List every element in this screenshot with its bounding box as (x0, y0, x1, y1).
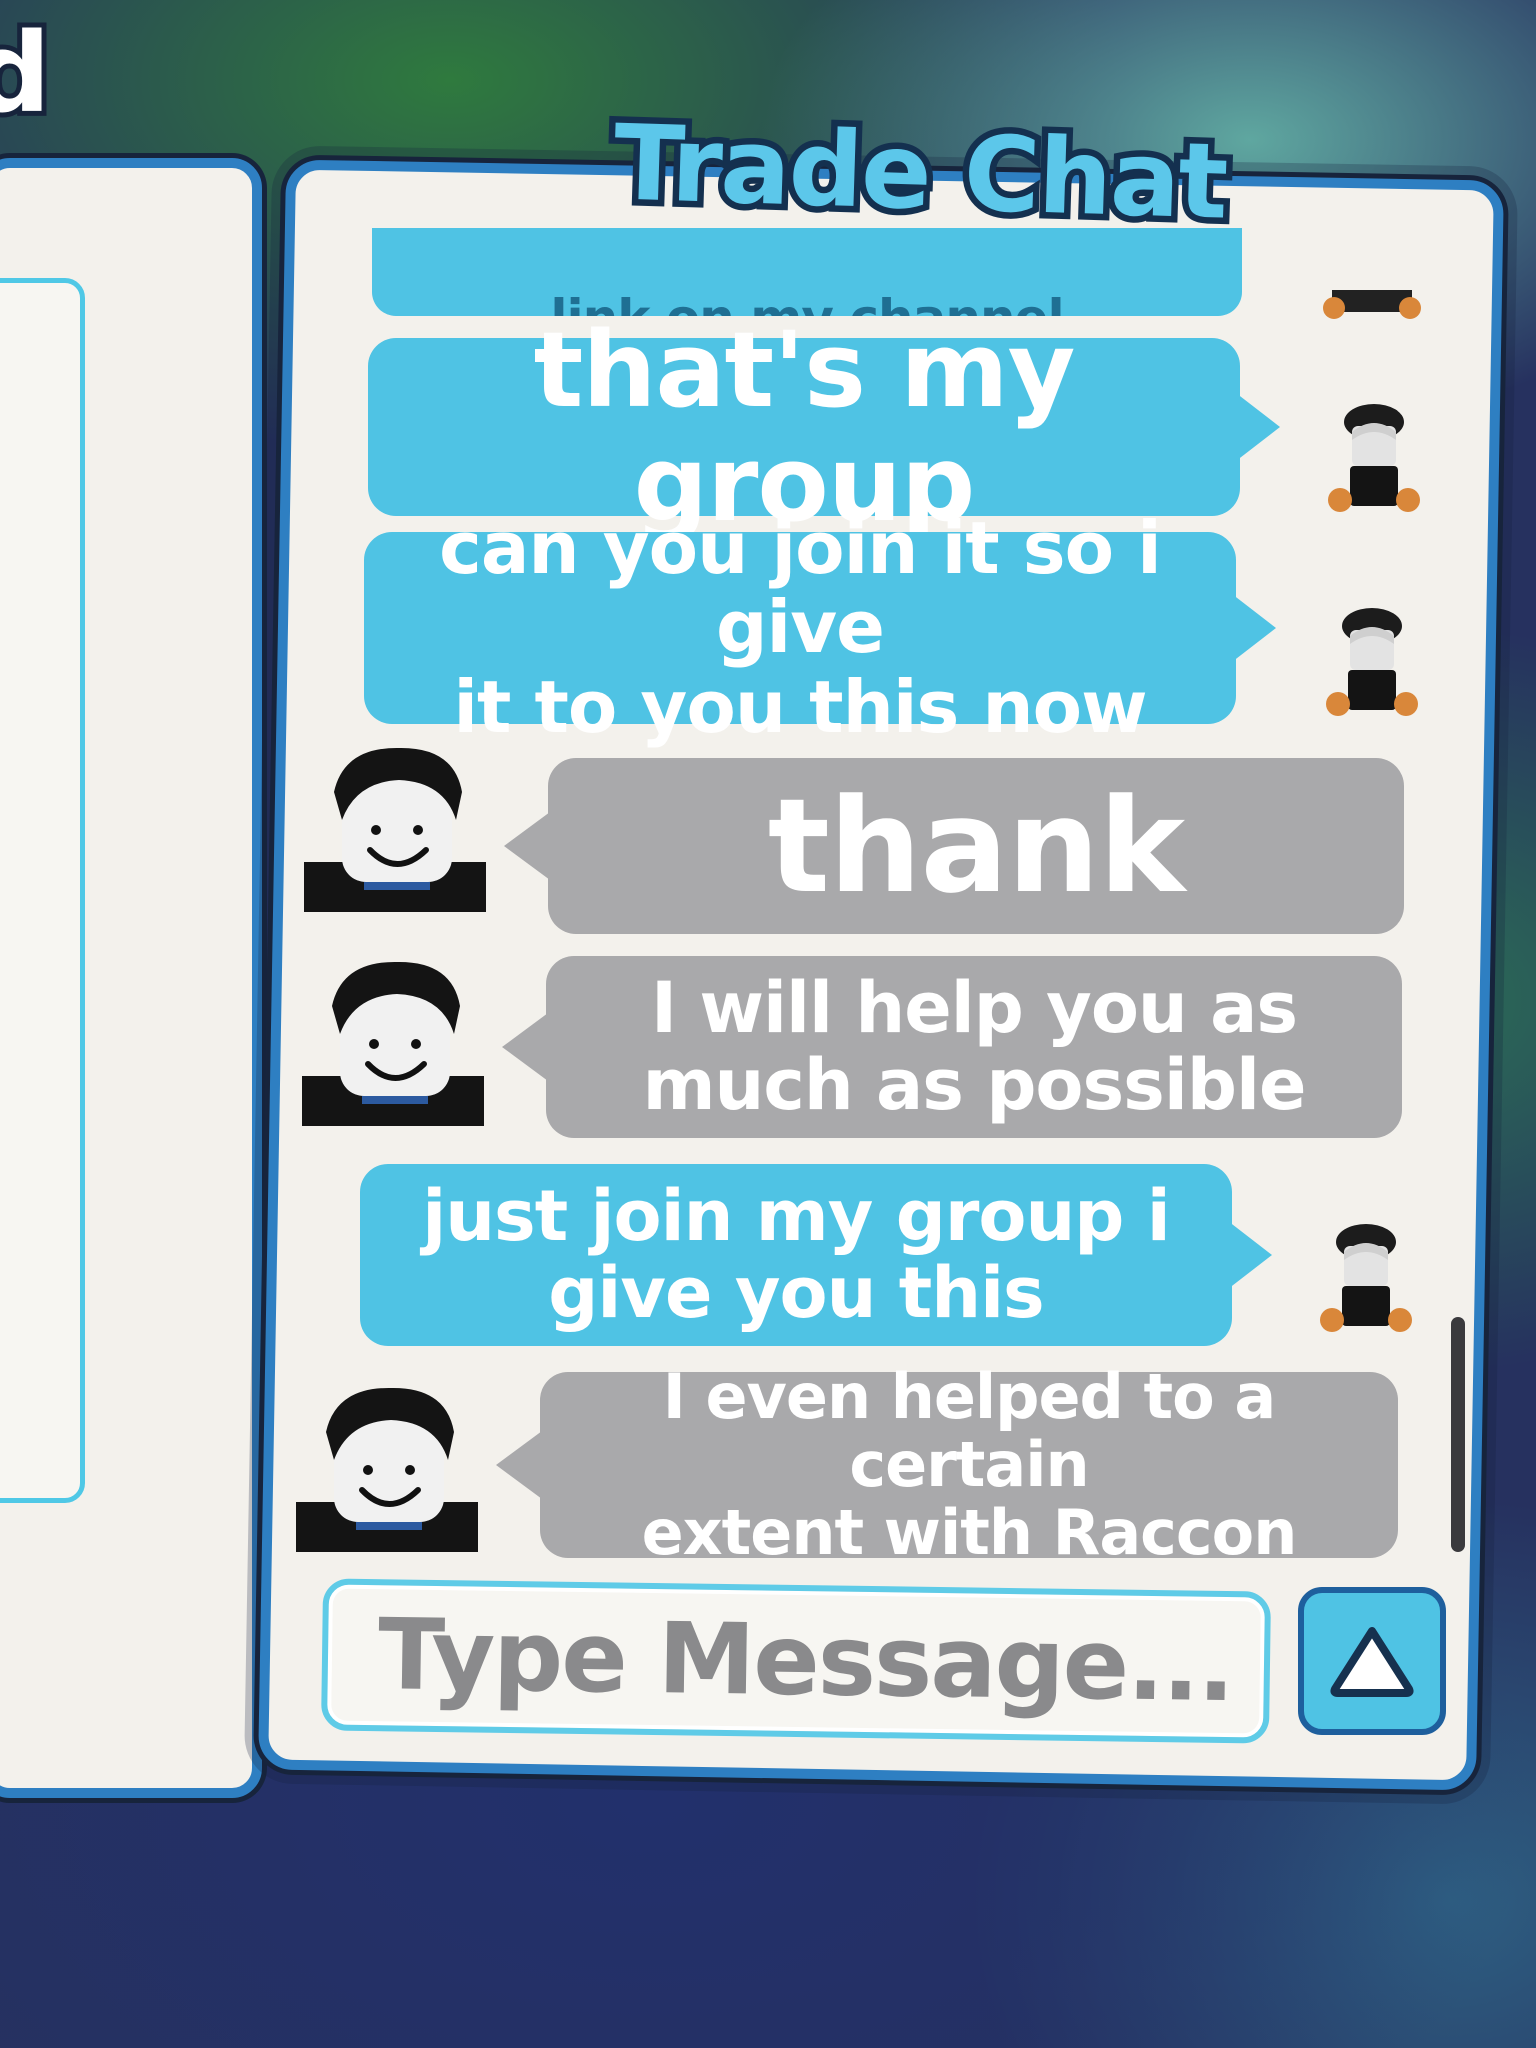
avatar-icon (1314, 1220, 1414, 1340)
message-input-placeholder: Type Message... (377, 1598, 1234, 1725)
message-text-line-1: can you join it so i give (439, 506, 1162, 670)
chat-message-theirs: I even helped to a certain extent with R… (496, 1362, 1398, 1567)
triangle-up-icon (1330, 1627, 1414, 1697)
send-button[interactable] (1298, 1587, 1446, 1735)
avatar-icon (1322, 270, 1422, 330)
left-panel-heading: d (0, 9, 56, 137)
message-input[interactable]: Type Message... (320, 1578, 1272, 1744)
message-text-line-1: just join my group i (422, 1175, 1171, 1257)
message-text-line-1: I even helped to a certain (662, 1359, 1276, 1501)
message-text-line-2: it to you this now (453, 664, 1147, 749)
avatar-icon (296, 1382, 486, 1552)
message-text-line-2: give you this (548, 1252, 1044, 1334)
left-panel-inner-box (0, 278, 85, 1503)
avatar-icon (1320, 604, 1420, 724)
chat-message-mine: that's my group (368, 312, 1280, 541)
chat-message-mine: link on my channel (372, 228, 1242, 316)
chat-message-mine: just join my group i give you this (360, 1164, 1272, 1346)
avatar-icon (304, 742, 494, 912)
message-text-line-2: extent with Raccon (641, 1496, 1298, 1570)
message-text-line-2: much as possible (642, 1044, 1307, 1126)
chat-message-mine: can you join it so i give it to you this… (364, 509, 1276, 746)
message-text-line-1: I will help you as (650, 967, 1298, 1049)
chat-message-theirs: I will help you as much as possible (502, 956, 1402, 1138)
chat-scrollbar[interactable] (1451, 1317, 1465, 1552)
chat-message-theirs: thank (504, 758, 1404, 934)
avatar-icon (1322, 400, 1422, 520)
message-text: thank (767, 769, 1185, 922)
avatar-icon (302, 956, 492, 1126)
left-panel (0, 158, 262, 1798)
